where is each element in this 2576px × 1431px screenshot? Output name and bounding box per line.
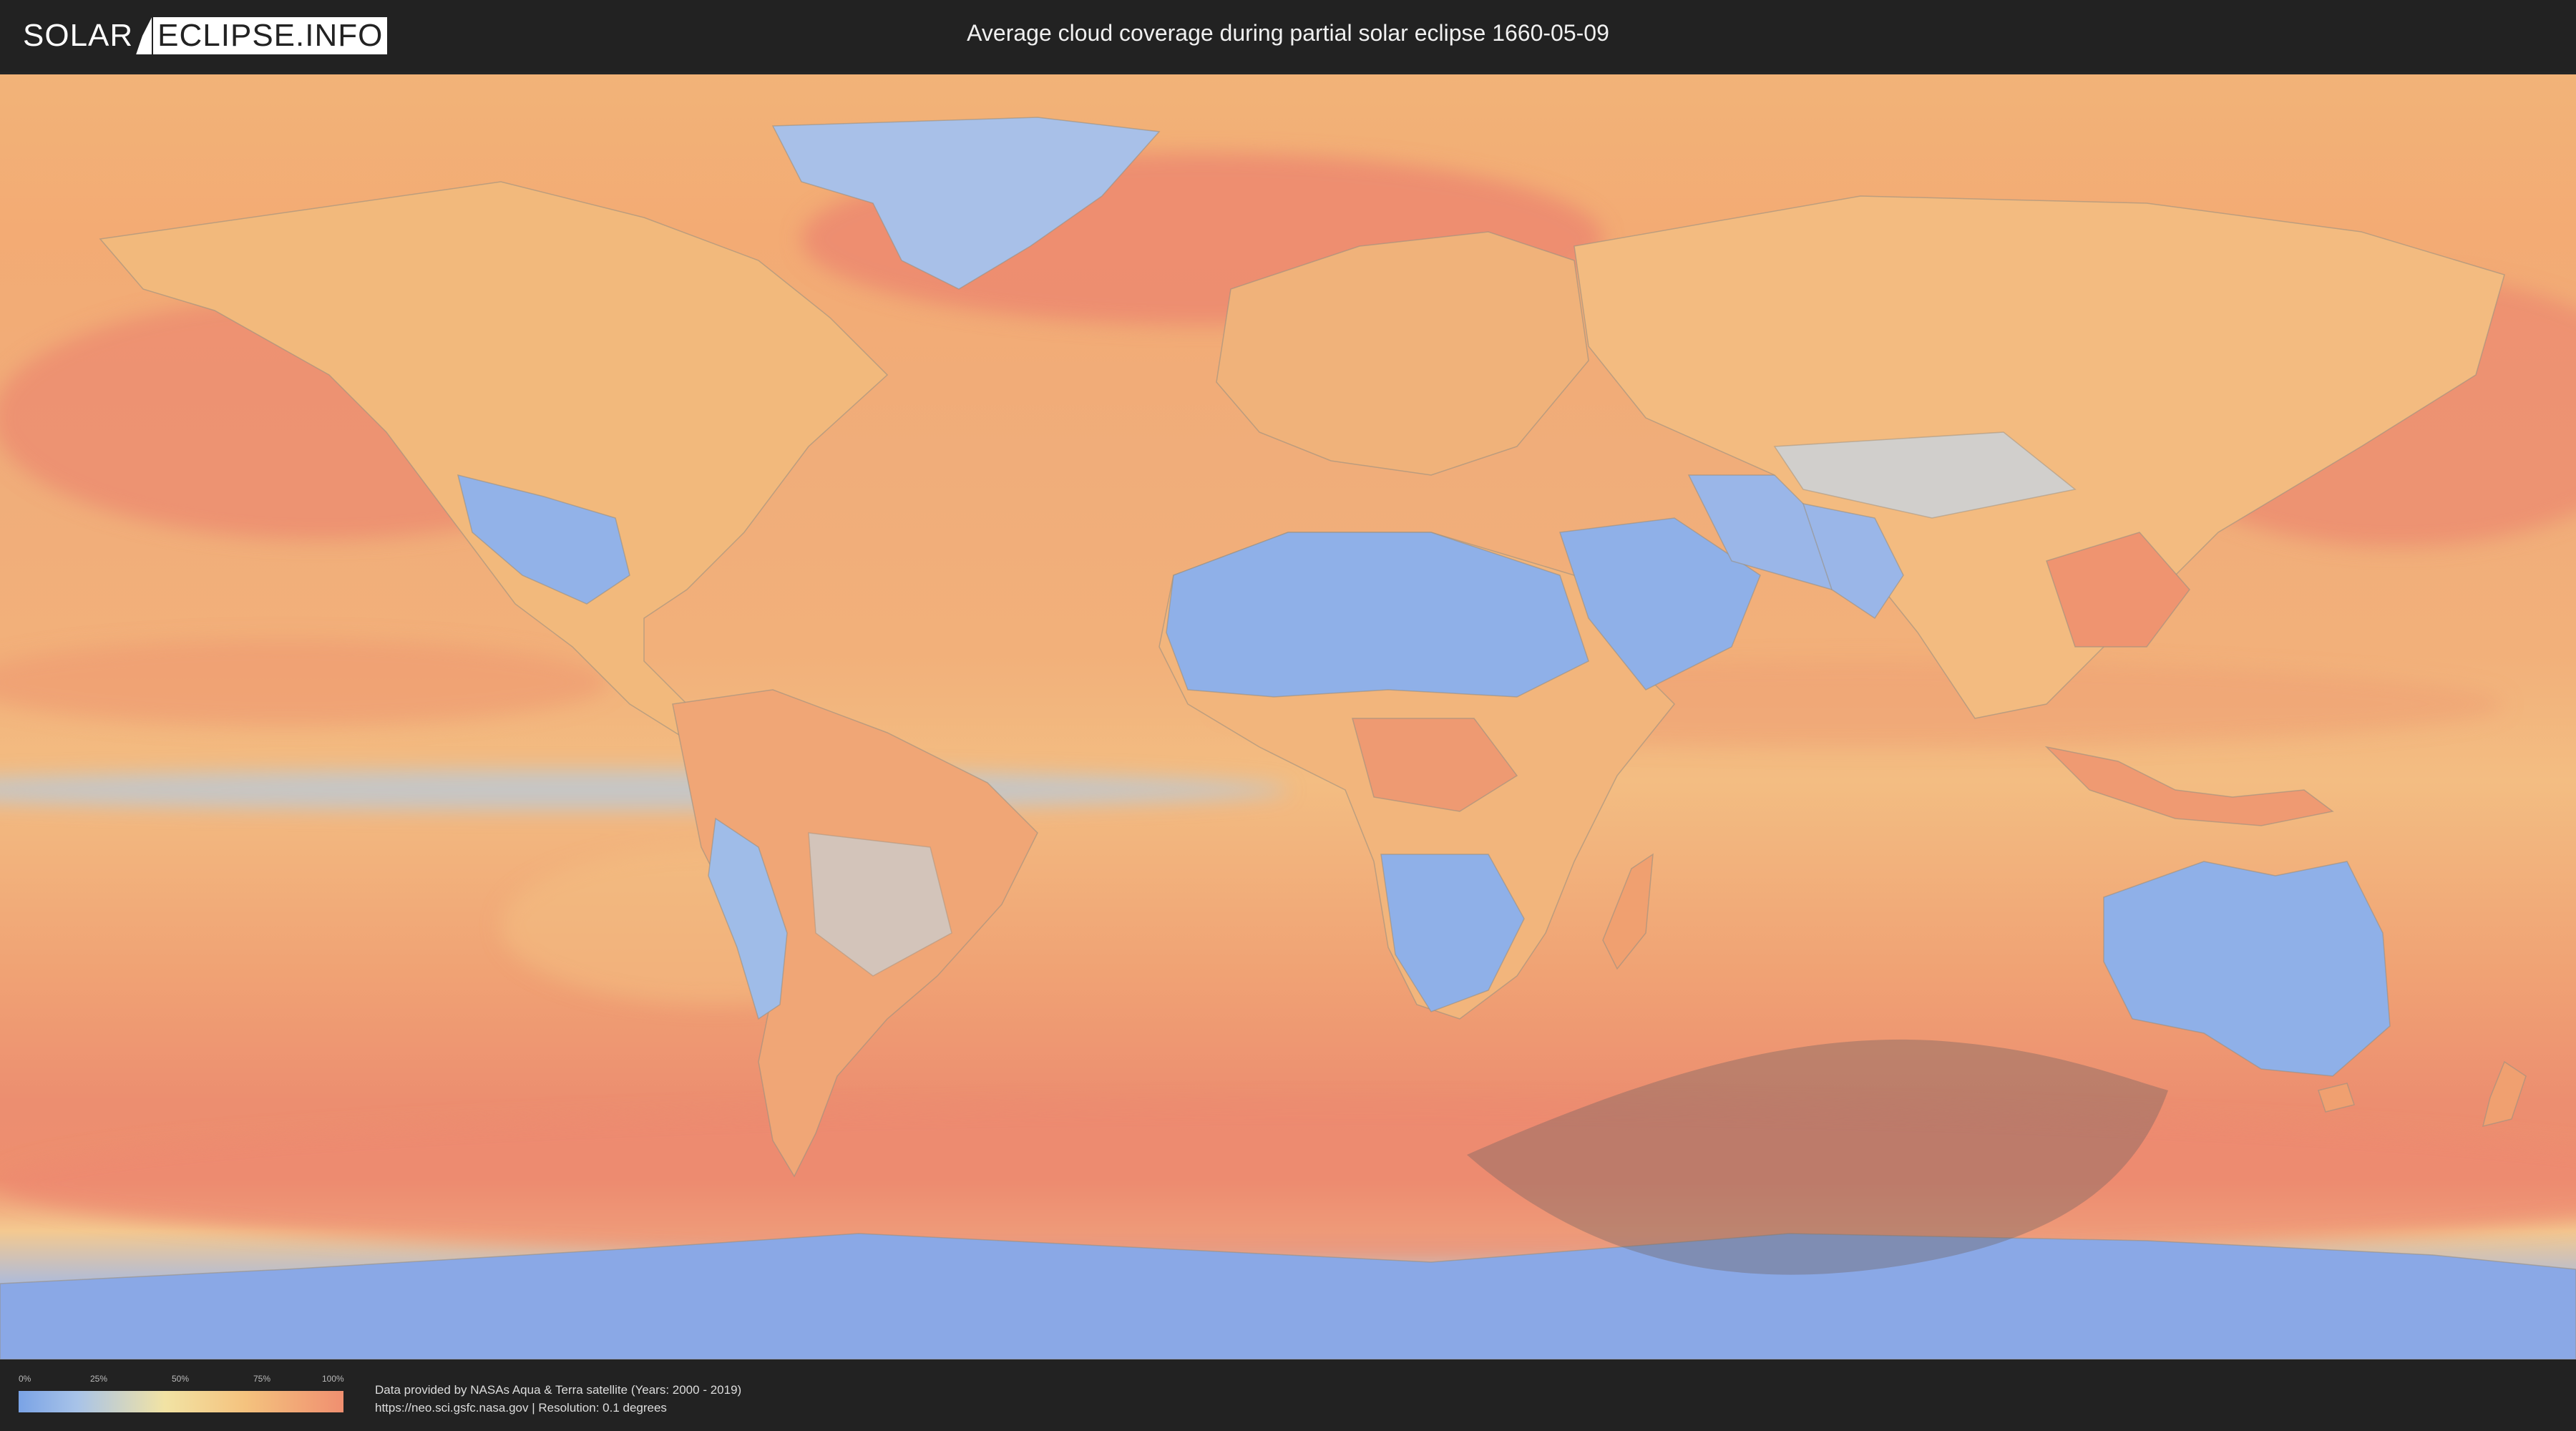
legend-color-bar (19, 1391, 343, 1412)
header-bar: SOLAR ECLIPSE.INFO Average cloud coverag… (0, 0, 2576, 72)
page-title: Average cloud coverage during partial so… (967, 20, 1609, 46)
cloud-coverage-legend: 0% 25% 50% 75% 100% (19, 1374, 344, 1417)
cloud-coverage-map[interactable] (0, 74, 2576, 1359)
legend-tick-100: 100% (322, 1374, 344, 1384)
footer-bar: 0% 25% 50% 75% 100% Data provided by NAS… (0, 1359, 2576, 1431)
legend-tick-50: 50% (172, 1374, 190, 1384)
credit-line-url[interactable]: https://neo.sci.gsfc.nasa.gov | Resoluti… (375, 1399, 741, 1417)
credit-line-source: Data provided by NASAs Aqua & Terra sate… (375, 1383, 742, 1397)
map-canvas (0, 74, 2576, 1359)
data-credits: Data provided by NASAs Aqua & Terra sate… (375, 1381, 741, 1417)
legend-tick-75: 75% (253, 1374, 271, 1384)
legend-ticks: 0% 25% 50% 75% 100% (19, 1374, 344, 1388)
legend-tick-0: 0% (19, 1374, 31, 1384)
legend-tick-25: 25% (90, 1374, 108, 1384)
